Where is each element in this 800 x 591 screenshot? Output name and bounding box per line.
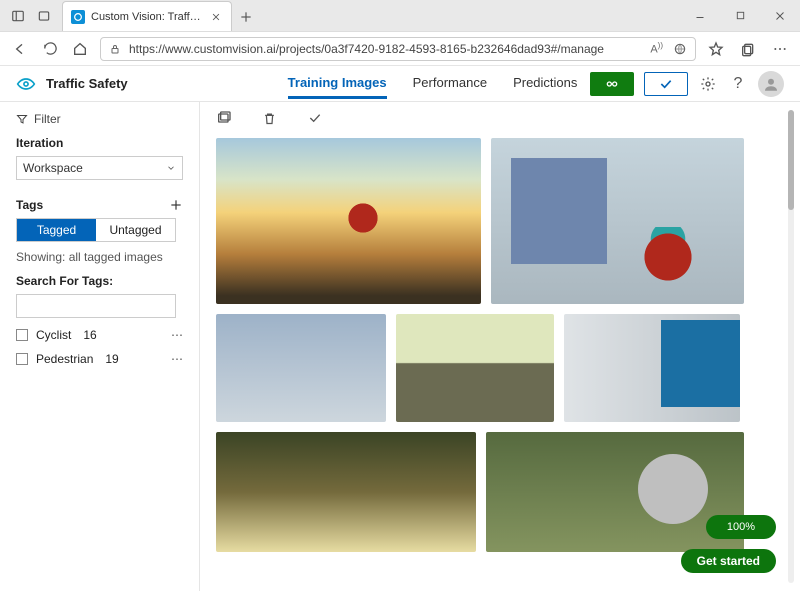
favorite-button[interactable] (706, 39, 726, 59)
filter-label: Filter (34, 112, 61, 126)
tag-more-icon[interactable]: ⋯ (171, 328, 183, 342)
add-images-button[interactable] (216, 110, 232, 126)
training-image[interactable] (564, 314, 740, 422)
get-started-label: Get started (697, 554, 760, 568)
url-field[interactable]: https://www.customvision.ai/projects/0a3… (100, 37, 696, 61)
logo-eye-icon (16, 74, 36, 94)
more-button[interactable] (770, 39, 790, 59)
train-button[interactable] (590, 72, 634, 96)
segment-untagged[interactable]: Untagged (96, 219, 175, 241)
url-text: https://www.customvision.ai/projects/0a3… (129, 42, 604, 56)
minimize-button[interactable] (680, 0, 720, 31)
tag-count: 19 (105, 352, 118, 366)
user-avatar[interactable] (758, 71, 784, 97)
filter-icon (16, 113, 28, 125)
tabs-icon[interactable] (36, 8, 52, 24)
back-button[interactable] (10, 39, 30, 59)
lock-icon (109, 43, 121, 55)
delete-images-button[interactable] (262, 111, 277, 126)
collections-button[interactable] (738, 39, 758, 59)
tag-name: Cyclist (36, 328, 71, 342)
training-image[interactable] (216, 314, 386, 422)
search-tags-label: Search For Tags: (16, 274, 183, 288)
upload-progress-pill: 100% (706, 515, 776, 539)
sidebar-toggle-icon[interactable] (10, 8, 26, 24)
tab-title: Custom Vision: Traffic Safety - Tr (91, 11, 203, 23)
chevron-down-icon (166, 163, 176, 173)
get-started-button[interactable]: Get started (681, 549, 776, 573)
browser-titlebar: Custom Vision: Traffic Safety - Tr (0, 0, 800, 32)
iteration-value: Workspace (23, 161, 83, 175)
tag-item-cyclist[interactable]: Cyclist 16 ⋯ (16, 328, 183, 342)
showing-text: Showing: all tagged images (16, 250, 183, 264)
vertical-scrollbar[interactable] (786, 102, 796, 591)
image-toolbar (200, 102, 800, 134)
home-button[interactable] (70, 39, 90, 59)
tab-predictions[interactable]: Predictions (513, 69, 577, 99)
tag-name: Pedestrian (36, 352, 93, 366)
browser-tab[interactable]: Custom Vision: Traffic Safety - Tr (62, 1, 232, 31)
help-button[interactable]: ? (728, 74, 748, 94)
reader-icon[interactable]: A)) (650, 41, 663, 56)
new-tab-button[interactable] (232, 3, 260, 31)
training-image[interactable] (486, 432, 744, 552)
sidebar: Filter Iteration Workspace Tags Tagged U… (0, 102, 200, 591)
refresh-button[interactable] (40, 39, 60, 59)
app-header: Traffic Safety Training Images Performan… (0, 66, 800, 102)
favicon-icon (71, 10, 85, 24)
tag-count: 16 (83, 328, 96, 342)
settings-button[interactable] (698, 74, 718, 94)
iteration-select[interactable]: Workspace (16, 156, 183, 180)
training-image[interactable] (491, 138, 744, 304)
quick-test-button[interactable] (644, 72, 688, 96)
browser-address-bar: https://www.customvision.ai/projects/0a3… (0, 32, 800, 66)
image-gallery (216, 138, 772, 591)
tag-more-icon[interactable]: ⋯ (171, 352, 183, 366)
tag-item-pedestrian[interactable]: Pedestrian 19 ⋯ (16, 352, 183, 366)
tag-filter-segment: Tagged Untagged (16, 218, 176, 242)
checkbox-icon[interactable] (16, 353, 28, 365)
training-image[interactable] (216, 138, 481, 304)
search-tags-input[interactable] (16, 294, 176, 318)
filter-row[interactable]: Filter (16, 112, 183, 126)
maximize-button[interactable] (720, 0, 760, 31)
tab-close-icon[interactable] (209, 10, 223, 24)
scrollbar-thumb[interactable] (788, 110, 794, 210)
close-window-button[interactable] (760, 0, 800, 31)
tab-training-images[interactable]: Training Images (288, 69, 387, 99)
training-image[interactable] (216, 432, 476, 552)
project-name: Traffic Safety (46, 76, 128, 91)
iteration-heading: Iteration (16, 136, 183, 150)
main-panel: 100% Get started (200, 102, 800, 591)
window-controls (680, 0, 800, 31)
nav-tabs: Training Images Performance Predictions (288, 69, 578, 99)
segment-tagged[interactable]: Tagged (17, 219, 96, 241)
training-image[interactable] (396, 314, 554, 422)
tags-heading: Tags (16, 198, 43, 212)
progress-text: 100% (727, 521, 755, 533)
add-tag-button[interactable] (169, 198, 183, 212)
translate-icon[interactable] (673, 42, 687, 56)
select-all-button[interactable] (307, 110, 323, 126)
checkbox-icon[interactable] (16, 329, 28, 341)
tab-performance[interactable]: Performance (413, 69, 487, 99)
